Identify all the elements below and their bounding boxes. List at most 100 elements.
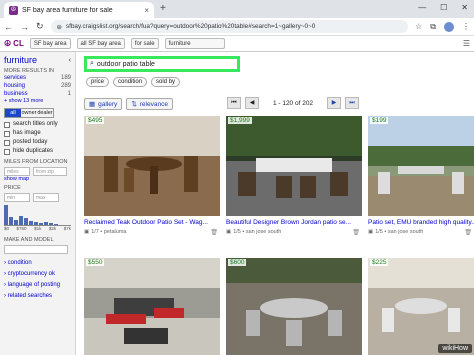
peace-icon: ☮	[9, 5, 18, 15]
results-area: ⌕ outdoor patio table price condition so…	[80, 52, 474, 355]
filter-owner[interactable]: owner	[21, 109, 37, 117]
filter-pills: price condition sold by	[86, 77, 181, 87]
area-select[interactable]: SF bay area	[29, 38, 71, 49]
checkbox-row[interactable]: has image	[4, 129, 71, 138]
listing-title[interactable]: Beautiful Designer Brown Jordan patio se…	[226, 219, 362, 226]
listing-card[interactable]: $600	[226, 258, 362, 355]
listing-card[interactable]: $199 Patio set, EMU branded high quality…	[368, 116, 474, 242]
prev-page-button[interactable]: ◀	[245, 97, 259, 109]
last-page-button[interactable]: ⏭	[345, 97, 359, 109]
site-info-icon[interactable]: ⊜	[57, 23, 62, 31]
listing-image[interactable]	[84, 116, 220, 216]
filter-dealer[interactable]: dealer	[37, 109, 53, 117]
checkbox-row[interactable]: posted today	[4, 138, 71, 147]
crypto-link[interactable]: › cryptocurrency ok	[4, 269, 71, 280]
sort-select[interactable]: ⇅ relevance	[126, 98, 173, 110]
reload-icon[interactable]: ↻	[36, 21, 44, 32]
price-histogram[interactable]	[4, 204, 71, 226]
listing-title[interactable]: Reclaimed Teak Outdoor Patio Set - Wag..…	[84, 219, 220, 226]
listing-card[interactable]: $550	[84, 258, 220, 355]
listing-image[interactable]	[84, 258, 220, 355]
category-title[interactable]: furniture	[4, 55, 37, 65]
listing-image[interactable]	[226, 116, 362, 216]
trash-icon[interactable]: 🗑	[464, 229, 472, 236]
make-model-input[interactable]	[4, 245, 68, 254]
histogram-bar	[19, 215, 23, 225]
back-icon[interactable]: ←	[4, 22, 13, 32]
price-pill[interactable]: price	[86, 77, 110, 87]
checkbox-row[interactable]: hide duplicates	[4, 147, 71, 156]
collapse-icon[interactable]: ‹	[69, 57, 71, 64]
account-icon[interactable]: ☰	[463, 39, 470, 48]
image-icon: ▣	[368, 229, 374, 235]
checkbox[interactable]	[4, 139, 10, 146]
window-controls: — ☐ ✕	[418, 3, 468, 12]
menu-icon[interactable]: ⋮	[462, 22, 470, 32]
trash-icon[interactable]: 🗑	[352, 229, 360, 236]
minimize-icon[interactable]: —	[418, 3, 426, 12]
search-input[interactable]: ⌕ outdoor patio table	[84, 56, 240, 72]
more-results-item[interactable]: housing 289	[4, 82, 71, 90]
sold-by-pill[interactable]: sold by	[151, 77, 181, 87]
listing-image[interactable]	[368, 258, 474, 355]
zip-input[interactable]: from zip	[33, 167, 67, 176]
trash-icon[interactable]: 🗑	[210, 229, 218, 236]
show-more-link[interactable]: + show 13 more	[4, 98, 71, 104]
listing-card[interactable]: $225 wikiHow	[368, 258, 474, 355]
browser-tab[interactable]: ☮ SF bay area furniture for sale ×	[4, 2, 154, 18]
url-field[interactable]: ⊜ sfbay.craigslist.org/search/fua?query=…	[50, 20, 409, 33]
browser-tab-bar: ☮ SF bay area furniture for sale × + — ☐…	[0, 0, 474, 18]
histogram-bar	[44, 222, 48, 225]
checkbox-row[interactable]: search titles only	[4, 120, 71, 129]
listing-meta: ▣ 1/5 • san jose south	[368, 229, 424, 235]
category-select[interactable]: furniture	[164, 38, 225, 49]
checkbox[interactable]	[4, 148, 10, 155]
subarea-select[interactable]: all SF bay area	[76, 38, 125, 49]
price-label: PRICE	[4, 185, 21, 191]
histogram-bar	[4, 205, 8, 225]
price-min-input[interactable]: min	[4, 193, 30, 202]
wikihow-watermark: wikiHow	[438, 344, 472, 353]
view-select[interactable]: ▦ gallery	[84, 98, 123, 110]
listing-image[interactable]	[226, 258, 362, 355]
craigslist-logo[interactable]: ☮ CL	[4, 39, 24, 48]
pagination: ⏮ ◀ 1 - 120 of 202 ▶ ⏭	[227, 97, 359, 109]
histogram-bar	[34, 222, 38, 225]
histogram-bar	[24, 217, 28, 225]
filter-all[interactable]: all	[5, 109, 21, 117]
close-icon[interactable]: ×	[144, 6, 149, 15]
listing-title[interactable]: Patio set, EMU branded high quality...	[368, 219, 474, 226]
listing-image[interactable]	[368, 116, 474, 216]
star-icon[interactable]: ☆	[415, 22, 422, 32]
checkbox[interactable]	[4, 121, 10, 128]
avatar[interactable]	[444, 21, 454, 32]
listing-card[interactable]: $495 Reclaimed Teak Outdoor Patio Set - …	[84, 116, 220, 242]
related-link[interactable]: › related searches	[4, 291, 71, 302]
forward-icon[interactable]: →	[20, 22, 29, 32]
next-page-button[interactable]: ▶	[327, 97, 341, 109]
more-results-item[interactable]: business 1	[4, 90, 71, 98]
miles-input[interactable]: miles	[4, 167, 30, 176]
more-results-item[interactable]: services 189	[4, 74, 71, 82]
language-link[interactable]: › language of posting	[4, 280, 71, 291]
condition-pill[interactable]: condition	[113, 77, 148, 87]
condition-link[interactable]: › condition	[4, 258, 71, 269]
make-model-label: MAKE AND MODEL	[4, 237, 54, 243]
price-max-input[interactable]: max	[33, 193, 59, 202]
first-page-button[interactable]: ⏮	[227, 97, 241, 109]
show-map-link[interactable]: show map	[4, 176, 71, 182]
craigslist-header: ☮ CL SF bay area all SF bay area for sal…	[0, 36, 474, 52]
section-select[interactable]: for sale	[130, 38, 159, 49]
extensions-icon[interactable]: ⧉	[430, 22, 436, 32]
new-tab-icon[interactable]: +	[160, 3, 166, 14]
owner-filter: all owner dealer	[4, 108, 54, 118]
histogram-bar	[14, 219, 18, 225]
listing-price: $550	[86, 259, 105, 266]
maximize-icon[interactable]: ☐	[440, 3, 447, 12]
histogram-bar	[9, 216, 13, 225]
histogram-bar	[49, 223, 53, 225]
checkbox[interactable]	[4, 130, 10, 137]
window-close-icon[interactable]: ✕	[461, 3, 468, 12]
listing-price: $199	[370, 117, 389, 124]
listing-card[interactable]: $1,999 Beautiful Designer Brown Jordan p…	[226, 116, 362, 242]
